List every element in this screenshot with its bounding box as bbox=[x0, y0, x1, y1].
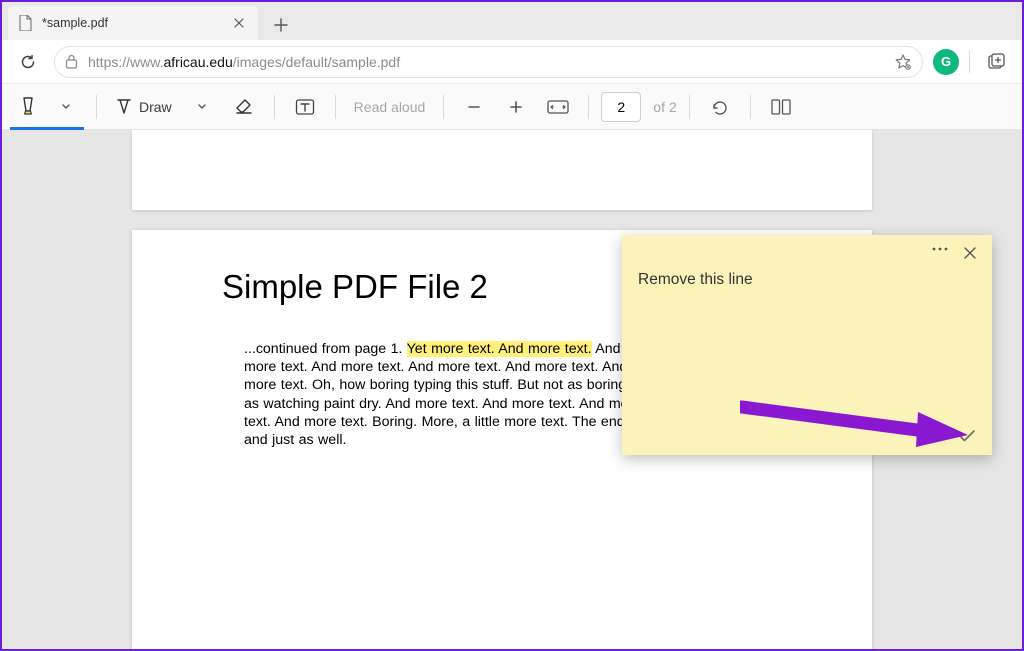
grammarly-extension-icon[interactable]: G bbox=[933, 49, 959, 75]
url-text: https://www.africau.edu/images/default/s… bbox=[88, 54, 884, 70]
draw-label: Draw bbox=[139, 99, 172, 115]
note-more-icon[interactable] bbox=[932, 247, 948, 259]
draw-dropdown[interactable] bbox=[184, 89, 220, 125]
divider bbox=[274, 95, 275, 119]
page-number-input[interactable] bbox=[601, 92, 641, 122]
read-aloud-button[interactable]: Read aloud bbox=[348, 89, 432, 125]
pdf-toolbar: Draw Read aloud of 2 bbox=[2, 84, 1022, 130]
zoom-out-button[interactable] bbox=[456, 89, 492, 125]
tab-title: *sample.pdf bbox=[42, 16, 222, 30]
page-view-button[interactable] bbox=[763, 89, 799, 125]
browser-window: *sample.pdf https://www.africau.edu/imag… bbox=[0, 0, 1024, 651]
address-bar: https://www.africau.edu/images/default/s… bbox=[2, 40, 1022, 84]
sticky-note-header bbox=[638, 247, 976, 259]
tab-bar: *sample.pdf bbox=[2, 2, 1022, 40]
note-confirm-icon[interactable] bbox=[958, 429, 976, 443]
divider bbox=[689, 95, 690, 119]
new-tab-button[interactable] bbox=[266, 10, 296, 40]
zoom-in-button[interactable] bbox=[498, 89, 534, 125]
note-close-icon[interactable] bbox=[964, 247, 976, 259]
highlight-tool[interactable] bbox=[10, 89, 84, 125]
tab-close-icon[interactable] bbox=[230, 14, 248, 32]
add-text-tool[interactable] bbox=[287, 89, 323, 125]
fit-width-button[interactable] bbox=[540, 89, 576, 125]
highlighted-text[interactable]: Yet more text. And more text. bbox=[407, 341, 592, 357]
sticky-note[interactable]: Remove this line bbox=[622, 235, 992, 455]
erase-tool[interactable] bbox=[226, 89, 262, 125]
lock-icon bbox=[65, 54, 78, 69]
sticky-note-text[interactable]: Remove this line bbox=[638, 271, 976, 289]
divider bbox=[443, 95, 444, 119]
divider bbox=[750, 95, 751, 119]
favorite-icon[interactable] bbox=[894, 53, 912, 71]
pdf-page-1-bottom bbox=[132, 130, 872, 210]
page-total-label: of 2 bbox=[653, 99, 676, 115]
url-field[interactable]: https://www.africau.edu/images/default/s… bbox=[54, 46, 923, 78]
draw-tool[interactable]: Draw bbox=[109, 89, 178, 125]
tab-active[interactable]: *sample.pdf bbox=[8, 6, 258, 40]
divider bbox=[335, 95, 336, 119]
divider bbox=[96, 95, 97, 119]
reload-button[interactable] bbox=[12, 46, 44, 78]
pdf-body-text: ...continued from page 1. Yet more text.… bbox=[244, 340, 644, 449]
divider bbox=[588, 95, 589, 119]
divider bbox=[969, 51, 970, 73]
collections-button[interactable] bbox=[980, 46, 1012, 78]
file-icon bbox=[18, 15, 34, 31]
pdf-viewport[interactable]: Simple PDF File 2 ...continued from page… bbox=[2, 130, 1022, 649]
highlight-dropdown[interactable] bbox=[48, 89, 84, 125]
rotate-button[interactable] bbox=[702, 89, 738, 125]
